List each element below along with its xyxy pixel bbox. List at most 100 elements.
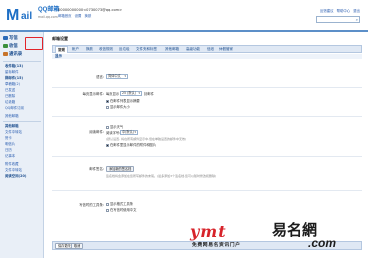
sidebar-item-reading[interactable]: 阅读空间(20) — [5, 174, 26, 178]
row-divider — [52, 116, 362, 117]
sidebar-item-starred[interactable]: 星标邮件 — [5, 70, 19, 74]
summary-option[interactable]: 在邮件列表显示摘要 — [106, 99, 140, 103]
attachment-checkbox[interactable] — [106, 143, 109, 147]
logo-text: ail — [21, 11, 33, 22]
signature-label: 邮件签名: — [89, 167, 104, 171]
contacts-button[interactable]: 通讯录 — [3, 52, 22, 57]
mail-logo[interactable]: M ail — [6, 7, 36, 27]
row-divider — [52, 190, 362, 191]
chinese-option[interactable]: 在写信时使用中文 — [106, 208, 136, 212]
format-toolbar-label: 显示格式工具条 — [110, 202, 134, 206]
write-icon — [3, 36, 8, 40]
brand-name: QQ邮箱 — [38, 7, 60, 13]
cancel-button[interactable]: 取消 — [71, 243, 84, 249]
tab-skin[interactable]: 换肤 — [86, 47, 93, 52]
sidebar-item-subscriptions[interactable]: QQ邮件订阅 — [5, 106, 24, 110]
sidebar-item-calendar[interactable]: 日历 — [5, 148, 12, 152]
row-divider — [52, 87, 362, 88]
sidebar: 写信 收信 通讯录 收件箱(13) 星标邮件 群邮件(15) 草稿箱(2) 已发… — [0, 32, 44, 258]
sidebar-item-other[interactable]: 其他邮箱 — [5, 124, 19, 128]
inbox-icon — [3, 44, 8, 48]
sidebar-item-group[interactable]: 群邮件(15) — [5, 76, 23, 80]
contacts-label: 通讯录 — [9, 52, 23, 57]
add-signature-button[interactable]: 添加新的签名档 — [106, 166, 135, 172]
weather-checkbox[interactable] — [106, 125, 109, 129]
account-links: 邮箱首页 设置 换肤 — [58, 14, 93, 18]
tab-advanced[interactable]: 高级功能 — [186, 47, 200, 52]
site-watermark: ymt 易名網 .com 免费网易名资讯门户 — [190, 222, 366, 258]
per-page-select[interactable]: 25 (默认) ▾ — [120, 91, 142, 96]
help-link[interactable]: 帮助中心 — [337, 9, 351, 13]
reading-label: 阅读邮件: — [89, 130, 104, 134]
sidebar-item-notes[interactable]: 记事本 — [5, 154, 15, 158]
logo-mark: M — [6, 7, 20, 24]
language-value: 简体中文 — [108, 74, 121, 78]
summary-label: 在邮件列表显示摘要 — [110, 99, 140, 103]
format-toolbar-option[interactable]: 显示格式工具条 — [106, 202, 133, 206]
write-button[interactable]: 写信 — [3, 36, 18, 41]
sidebar-item-inbox[interactable]: 收件箱(13) — [5, 64, 23, 68]
chinese-label: 在写信时使用中文 — [110, 208, 137, 212]
top-header: M ail QQ邮箱 mail.qq.com 00000000000<07300… — [0, 0, 368, 30]
sidebar-group-label[interactable]: 其他邮箱 — [5, 114, 19, 118]
chinese-checkbox[interactable] — [106, 208, 109, 212]
tab-account[interactable]: 帐户 — [72, 47, 79, 52]
watermark-com: .com — [308, 236, 337, 250]
per-page-value: 25 (默认) — [122, 91, 136, 95]
sidebar-item-drafts[interactable]: 草稿箱(2) — [5, 82, 20, 86]
sidebar-item-attachments[interactable]: 附件收藏 — [5, 162, 19, 166]
settings-link[interactable]: 设置 — [75, 14, 82, 18]
inbox-label: 收信 — [9, 44, 18, 49]
weather-option[interactable]: 显示天气 — [106, 125, 123, 129]
sidebar-divider — [3, 121, 41, 122]
inbox-button[interactable]: 收信 — [3, 44, 18, 49]
settings-tabs: 常规 帐户 换肤 收信规则 反垃圾 文件夹和标签 其他邮箱 高级功能 信纸 休假… — [52, 45, 362, 53]
language-select[interactable]: 简体中文 ▾ — [106, 74, 128, 79]
sidebar-item-spam[interactable]: 垃圾箱 — [5, 100, 15, 104]
per-page-prefix: 每页显示 — [106, 92, 120, 96]
size-option[interactable]: 显示邮件大小 — [106, 105, 130, 109]
signature-note: 签名档将会添加在您所写邮件的末尾。(最多添加3个签名档,您可以随时修改和删除) — [106, 174, 217, 178]
sidebar-item-postcards[interactable]: 明信片 — [5, 142, 15, 146]
sidebar-divider — [3, 61, 41, 62]
weather-label: 显示天气 — [110, 125, 124, 129]
mail-app: M ail QQ邮箱 mail.qq.com 00000000000<07300… — [0, 0, 368, 258]
search-input[interactable]: ⌕ — [316, 16, 360, 23]
search-icon[interactable]: ⌕ — [356, 17, 358, 23]
language-label: 语言: — [96, 75, 104, 79]
tab-highlight-box — [25, 37, 43, 50]
account-address: 00000000000<0730073@qq.com> — [58, 8, 123, 12]
attachment-option[interactable]: 在邮件里显示邮件的附件和图片 — [106, 143, 156, 147]
font-size-select[interactable]: 中(默认) ▾ — [120, 130, 138, 135]
chevron-down-icon: ▾ — [134, 130, 136, 134]
watermark-latin: ymt — [190, 222, 227, 241]
chevron-down-icon: ▾ — [124, 74, 126, 78]
sidebar-item-deleted[interactable]: 已删除 — [5, 94, 15, 98]
format-toolbar-checkbox[interactable] — [106, 202, 109, 206]
section-title: 显示 — [52, 54, 362, 59]
size-label: 显示邮件大小 — [110, 105, 130, 109]
tab-vacation[interactable]: 休假管家 — [219, 47, 233, 52]
logout-link[interactable]: 退出 — [353, 9, 360, 13]
tab-stationery[interactable]: 信纸 — [207, 47, 214, 52]
tab-other-mailbox[interactable]: 其他邮箱 — [165, 47, 179, 52]
sidebar-item-sent[interactable]: 已发送 — [5, 88, 15, 92]
chevron-down-icon: ▾ — [138, 91, 140, 95]
size-checkbox[interactable] — [106, 105, 109, 109]
sidebar-item-cards[interactable]: 贺卡 — [5, 136, 12, 140]
tab-antispam[interactable]: 反垃圾 — [119, 47, 130, 52]
brand-domain: mail.qq.com — [38, 15, 58, 19]
sidebar-item-filestation[interactable]: 文件中转站 — [5, 168, 22, 172]
skin-link[interactable]: 换肤 — [85, 14, 92, 18]
font-size-value: 中(默认) — [122, 130, 135, 134]
tab-general[interactable]: 常规 — [55, 46, 68, 53]
tab-rules[interactable]: 收信规则 — [99, 47, 113, 52]
home-link[interactable]: 邮箱首页 — [58, 14, 72, 18]
feedback-link[interactable]: 反馈建议 — [320, 9, 334, 13]
toolbar-label: 写信时的工具条: — [79, 203, 104, 207]
reading-note: (默认设置, 将在所有邮件显示中,但在单独设置的邮件中无效) — [106, 137, 187, 141]
sidebar-item-transfer[interactable]: 文件中转站 — [5, 130, 22, 134]
tab-folders[interactable]: 文件夹和标签 — [136, 47, 157, 52]
watermark-tagline: 免费网易名资讯门户 — [192, 243, 241, 248]
summary-checkbox[interactable] — [106, 99, 109, 103]
